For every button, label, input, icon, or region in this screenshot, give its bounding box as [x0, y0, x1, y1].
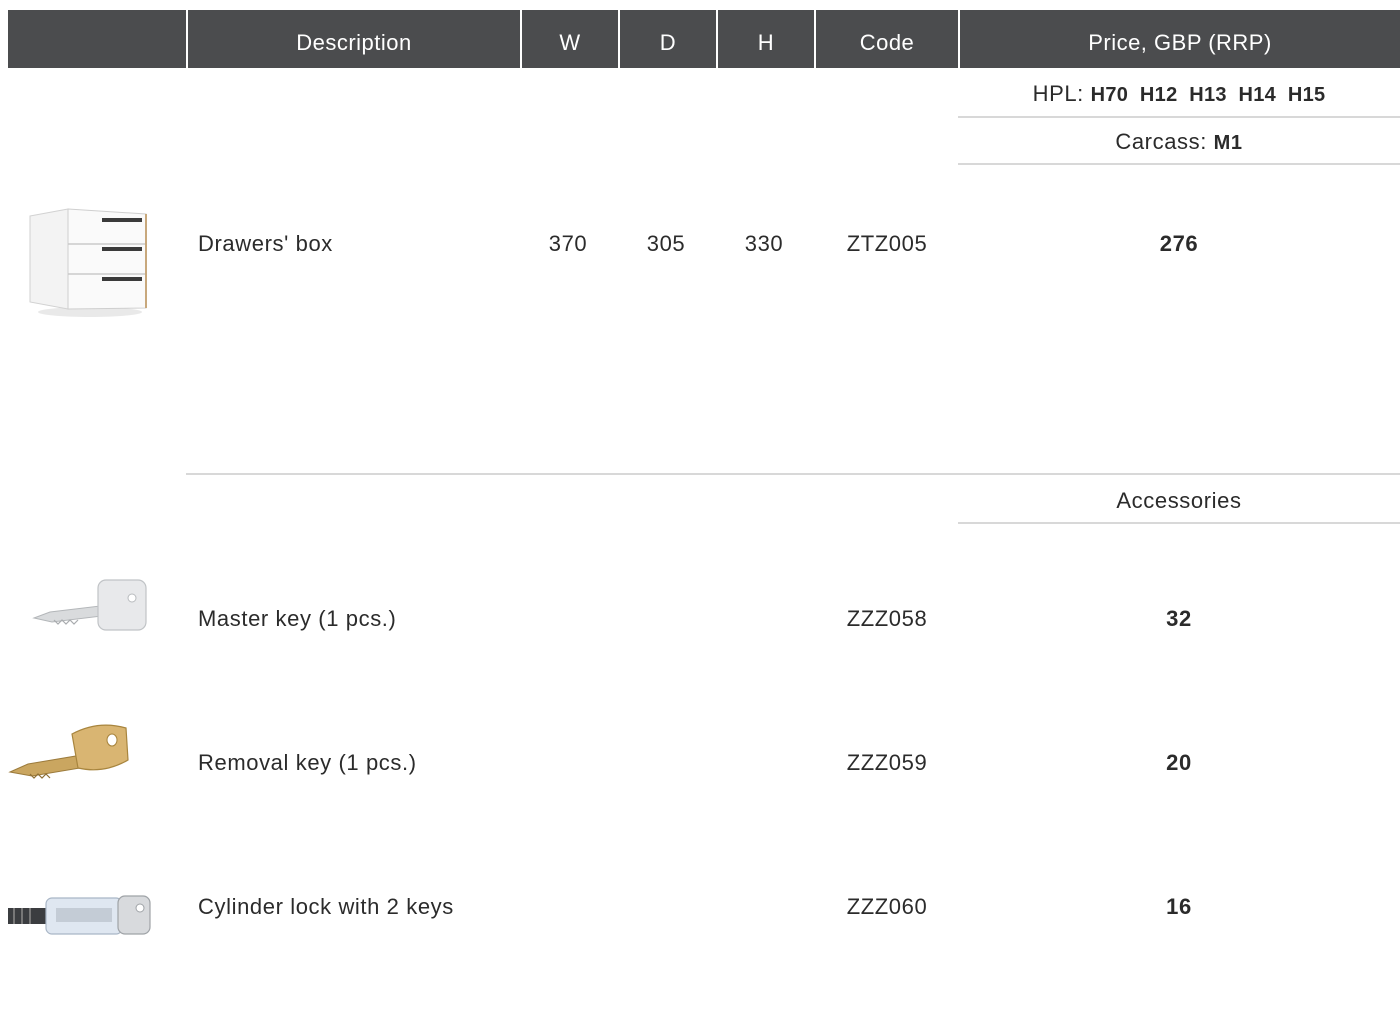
accessory-price: 16 [1166, 894, 1192, 919]
header-d: D [659, 30, 677, 55]
header-h: H [757, 30, 775, 55]
hpl-label: HPL: [1032, 81, 1084, 106]
divider [958, 522, 1400, 524]
removal-key-image [8, 720, 132, 782]
product-width: 370 [548, 231, 588, 256]
table-header: Description W D H Code Price, GBP (RRP) [8, 10, 1400, 68]
divider [958, 163, 1400, 165]
hpl-row: HPL: H70 H12 H13 H14 H15 [958, 81, 1400, 107]
product-code: ZTZ005 [846, 231, 928, 256]
master-key-image [30, 576, 150, 634]
accessory-description: Cylinder lock with 2 keys [198, 894, 454, 919]
header-description: Description [296, 30, 412, 55]
header-code: Code [859, 30, 915, 55]
carcass-row: Carcass: M1 [958, 129, 1400, 155]
section-divider [186, 473, 1400, 475]
product-price: 276 [1159, 231, 1199, 256]
divider [958, 116, 1400, 118]
product-height: 330 [744, 231, 784, 256]
header-price: Price, GBP (RRP) [1088, 30, 1272, 55]
accessory-description: Removal key (1 pcs.) [198, 750, 417, 775]
header-w: W [559, 30, 581, 55]
product-description: Drawers' box [198, 231, 333, 256]
accessory-code: ZZZ058 [846, 606, 928, 631]
product-depth: 305 [646, 231, 686, 256]
cylinder-lock-image [6, 890, 154, 942]
accessories-heading: Accessories [1116, 488, 1242, 513]
accessory-price: 20 [1166, 750, 1192, 775]
accessory-code: ZZZ060 [846, 894, 928, 919]
carcass-code: M1 [1213, 132, 1243, 154]
accessory-code: ZZZ059 [846, 750, 928, 775]
accessory-description: Master key (1 pcs.) [198, 606, 397, 631]
carcass-label: Carcass: [1115, 129, 1207, 154]
drawer-box-image [24, 206, 152, 318]
accessory-price: 32 [1166, 606, 1192, 631]
hpl-codes: H70 H12 H13 H14 H15 [1090, 84, 1326, 106]
